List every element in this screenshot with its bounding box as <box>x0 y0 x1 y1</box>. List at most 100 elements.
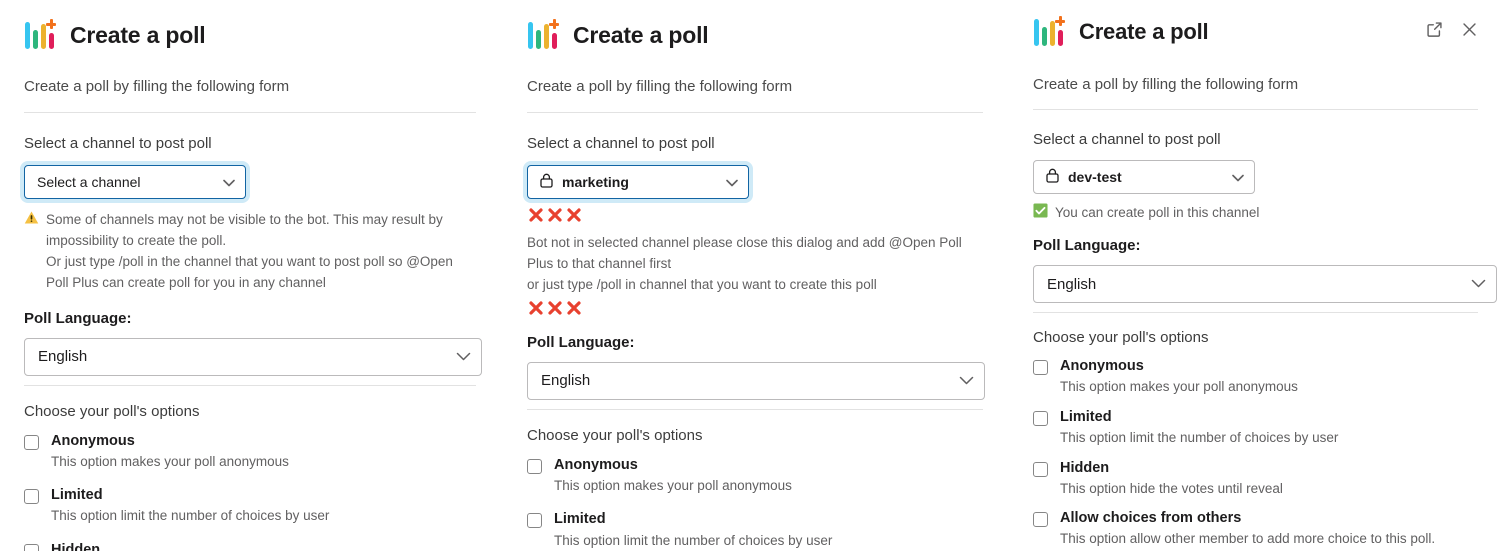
channel-field-label: Select a channel to post poll <box>24 135 476 152</box>
cross-mark-icon <box>565 299 583 322</box>
panel-body: Create a poll Create a poll by filling t… <box>500 0 1010 551</box>
option-description: This option limit the number of choices … <box>51 507 329 525</box>
options-list: Anonymous This option makes your poll an… <box>24 432 476 551</box>
lock-icon <box>1046 168 1059 186</box>
language-select-value: English <box>541 372 590 389</box>
option-title: Limited <box>554 510 832 528</box>
header-actions <box>1426 21 1478 43</box>
option-limited[interactable]: Limited This option limit the number of … <box>1033 408 1478 447</box>
chevron-down-icon <box>1232 169 1244 185</box>
error-marker-bottom <box>527 299 983 322</box>
channel-select[interactable]: dev-test <box>1033 160 1255 194</box>
cross-mark-icon <box>546 299 564 322</box>
channel-success-text: You can create poll in this channel <box>1055 203 1259 224</box>
option-anonymous[interactable]: Anonymous This option makes your poll an… <box>24 432 476 471</box>
option-description: This option hide the votes until reveal <box>1060 480 1283 498</box>
language-label: Poll Language: <box>24 310 476 327</box>
options-heading: Choose your poll's options <box>527 427 983 444</box>
channel-select[interactable]: marketing <box>527 165 749 199</box>
channel-field-label: Select a channel to post poll <box>527 135 983 152</box>
page-title: Create a poll <box>1079 19 1208 45</box>
close-icon[interactable] <box>1461 21 1478 43</box>
chevron-down-icon <box>959 372 974 389</box>
option-hidden[interactable]: Hidden This option hide the votes until … <box>1033 459 1478 498</box>
channel-select[interactable]: Select a channel <box>24 165 246 199</box>
poll-logo-icon <box>527 18 559 52</box>
channel-warning-text: Some of channels may not be visible to t… <box>46 210 476 294</box>
language-select[interactable]: English <box>1033 265 1497 303</box>
chevron-down-icon <box>456 348 471 365</box>
poll-dialog-channel-ok: Create a poll Create a poll by filling t… <box>1010 0 1502 551</box>
options-divider <box>24 385 476 386</box>
language-select-value: English <box>1047 276 1096 293</box>
options-list: Anonymous This option makes your poll an… <box>527 456 983 551</box>
header-divider <box>24 112 476 113</box>
plus-icon <box>46 19 56 29</box>
poll-dialog-no-channel: Create a poll Create a poll by filling t… <box>0 0 500 551</box>
checkbox-limited[interactable] <box>24 489 39 504</box>
bot-error-text: Bot not in selected channel please close… <box>527 233 983 296</box>
option-limited[interactable]: Limited This option limit the number of … <box>24 486 476 525</box>
option-title: Anonymous <box>554 456 792 474</box>
option-description: This option makes your poll anonymous <box>51 453 289 471</box>
header-divider <box>527 112 983 113</box>
checkbox-hidden[interactable] <box>24 544 39 551</box>
option-hidden[interactable]: Hidden This option hide the votes until … <box>24 541 476 551</box>
plus-icon <box>1055 16 1065 26</box>
language-select[interactable]: English <box>527 362 985 400</box>
option-description: This option limit the number of choices … <box>1060 429 1338 447</box>
option-allow-choices-from-others[interactable]: Allow choices from others This option al… <box>1033 509 1478 548</box>
options-list: Anonymous This option makes your poll an… <box>1033 357 1478 548</box>
checkbox-anonymous[interactable] <box>1033 360 1048 375</box>
checkbox-hidden[interactable] <box>1033 462 1048 477</box>
options-divider <box>1033 312 1478 313</box>
dialog-subtitle: Create a poll by filling the following f… <box>24 78 476 95</box>
lock-icon <box>540 173 553 191</box>
option-description: This option limit the number of choices … <box>554 532 832 550</box>
chevron-down-icon <box>223 174 235 190</box>
option-limited[interactable]: Limited This option limit the number of … <box>527 510 983 549</box>
language-label: Poll Language: <box>1033 237 1478 254</box>
checkbox-limited[interactable] <box>527 513 542 528</box>
option-title: Limited <box>1060 408 1338 426</box>
warning-triangle-icon <box>24 210 39 231</box>
option-title: Hidden <box>1060 459 1283 477</box>
channel-select-value: Select a channel <box>37 174 141 190</box>
channel-warning-status: Some of channels may not be visible to t… <box>24 210 476 294</box>
page-title: Create a poll <box>573 22 708 49</box>
channel-field-label: Select a channel to post poll <box>1033 131 1478 148</box>
cross-mark-icon <box>565 206 583 229</box>
option-anonymous[interactable]: Anonymous This option makes your poll an… <box>1033 357 1478 396</box>
dialog-subtitle: Create a poll by filling the following f… <box>527 78 983 95</box>
option-anonymous[interactable]: Anonymous This option makes your poll an… <box>527 456 983 495</box>
chevron-down-icon <box>726 174 738 190</box>
language-select[interactable]: English <box>24 338 482 376</box>
poll-logo-icon <box>1033 15 1065 49</box>
option-title: Anonymous <box>51 432 289 450</box>
error-marker-top <box>527 206 983 229</box>
checkbox-limited[interactable] <box>1033 411 1048 426</box>
language-label: Poll Language: <box>527 334 983 351</box>
open-in-new-window-icon[interactable] <box>1426 21 1443 43</box>
channel-success-status: You can create poll in this channel <box>1033 203 1478 224</box>
header-divider <box>1033 109 1478 110</box>
chevron-down-icon <box>1471 276 1486 293</box>
dialog-header: Create a poll <box>1033 15 1478 49</box>
dialog-header: Create a poll <box>24 18 476 52</box>
options-heading: Choose your poll's options <box>1033 329 1478 346</box>
screenshot-stage: Create a poll Create a poll by filling t… <box>0 0 1502 551</box>
checkbox-allow-choices-from-others[interactable] <box>1033 512 1048 527</box>
option-title: Limited <box>51 486 329 504</box>
options-heading: Choose your poll's options <box>24 403 476 420</box>
panel-body: Create a poll Create a poll by filling t… <box>0 0 500 551</box>
channel-select-value: dev-test <box>1068 169 1122 185</box>
green-check-icon <box>1033 203 1048 224</box>
poll-logo-icon <box>24 18 56 52</box>
cross-mark-icon <box>527 299 545 322</box>
poll-dialog-bot-not-in-channel: Create a poll Create a poll by filling t… <box>500 0 1010 551</box>
checkbox-anonymous[interactable] <box>24 435 39 450</box>
option-description: This option allow other member to add mo… <box>1060 530 1435 548</box>
channel-select-value: marketing <box>562 174 629 190</box>
language-select-value: English <box>38 348 87 365</box>
checkbox-anonymous[interactable] <box>527 459 542 474</box>
